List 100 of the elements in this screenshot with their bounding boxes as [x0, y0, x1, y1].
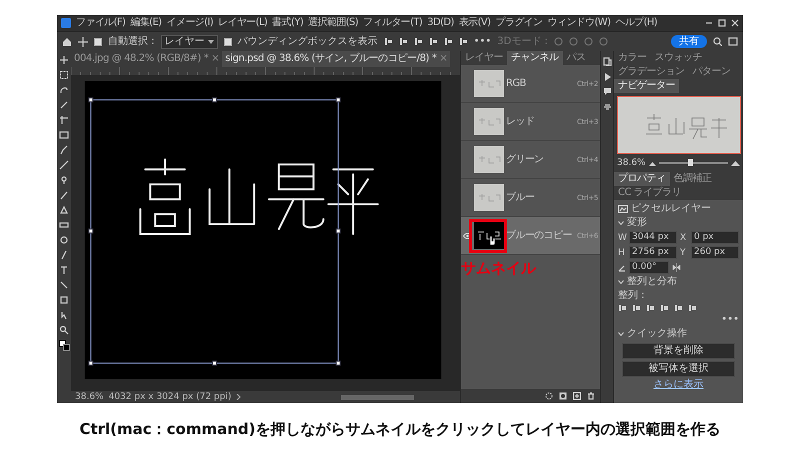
panel-tab[interactable]: パターン [688, 65, 734, 79]
mode-label: 3Dモード : [497, 36, 548, 48]
align-icon[interactable] [444, 37, 453, 46]
align-icon[interactable] [646, 304, 655, 312]
move-tool-icon[interactable] [78, 36, 88, 46]
panel-tab[interactable]: 色調補正 [670, 172, 716, 186]
panel-tab[interactable]: カラー [614, 51, 650, 65]
eye-icon[interactable] [463, 232, 472, 238]
flip-icon[interactable] [672, 263, 681, 272]
number-field[interactable]: 0 px [691, 231, 739, 244]
menu-item[interactable]: プラグイン [495, 17, 542, 29]
align-icon[interactable] [688, 304, 697, 312]
panel-tab[interactable]: スウォッチ [650, 51, 706, 65]
align-icon[interactable] [618, 304, 627, 312]
tool-icon[interactable] [59, 175, 69, 185]
align-icon[interactable] [414, 37, 423, 46]
field-label: H [618, 246, 626, 258]
checkbox-label: 自動選択 : [108, 36, 155, 48]
panel-tab[interactable]: ナビゲーター [614, 79, 679, 93]
panel-tab[interactable]: グラデーション [614, 65, 688, 79]
channel-thumbnail[interactable] [474, 146, 504, 173]
channel-name: ブルー [506, 192, 536, 204]
search-icon[interactable] [713, 37, 722, 46]
menu-item[interactable]: レイヤー(L) [218, 17, 268, 29]
tool-icon[interactable] [59, 265, 69, 275]
workspace-icon[interactable] [728, 37, 738, 46]
channel-thumbnail[interactable] [474, 222, 504, 249]
transform-box[interactable] [88, 97, 341, 366]
chevron-down-icon[interactable] [618, 221, 624, 225]
menu-item[interactable]: 編集(E) [130, 17, 162, 29]
menu-item[interactable]: フィルター(T) [363, 17, 422, 29]
chevron-down-icon[interactable] [618, 280, 624, 284]
menu-item[interactable]: ファイル(F) [76, 17, 126, 29]
align-icon[interactable] [632, 304, 641, 312]
layer-type: ピクセルレイヤー [631, 203, 711, 215]
action-button[interactable]: 被写体を選択 [622, 361, 735, 377]
panel-icon[interactable] [602, 57, 612, 66]
menu-item[interactable]: 3D(D) [427, 17, 454, 29]
tab-title: 004.jpg @ 48.2% (RGB/8#) * [74, 53, 208, 65]
show-more-link[interactable]: さらに表示 [614, 379, 743, 391]
color-swatches-icon[interactable] [58, 340, 70, 351]
channel-name: グリーン [506, 154, 545, 166]
number-field[interactable]: 260 px [691, 246, 739, 259]
align-icon[interactable] [458, 37, 468, 46]
channel-thumbnail[interactable] [474, 108, 504, 135]
document-tab[interactable]: sign.psd @ 38.6% (サイン, ブルーのコピー/8) * × [222, 51, 450, 67]
more-options[interactable]: ••• [721, 314, 739, 326]
panel-tab[interactable]: プロパティ [614, 172, 670, 186]
checkbox[interactable] [94, 38, 102, 46]
panel-tab[interactable]: CC ライブラリ [614, 186, 686, 200]
align-icon[interactable] [660, 304, 669, 312]
number-field[interactable]: 2756 px [629, 246, 677, 259]
tool-icon[interactable] [59, 325, 69, 335]
panel-tab[interactable]: パス [562, 51, 590, 65]
checkbox[interactable] [224, 38, 232, 46]
chevron-right-icon[interactable] [236, 394, 242, 400]
section-heading: 変形 [627, 217, 647, 229]
field-label: X [680, 232, 688, 244]
zoom-level: 38.6% [75, 391, 104, 403]
section-heading: クイック操作 [627, 328, 687, 340]
panel-tab[interactable]: レイヤー [461, 51, 507, 65]
scrollbar-thumb[interactable] [340, 394, 414, 400]
document-tab[interactable]: 004.jpg @ 48.2% (RGB/8#) * × [71, 51, 222, 67]
zoom-in-icon[interactable] [731, 160, 740, 166]
share-button[interactable]: 共有 [671, 35, 707, 48]
highlight-box [469, 219, 507, 253]
checkbox-label: バウンディングボックスを表示 [238, 36, 378, 48]
mask-icon[interactable] [559, 392, 567, 400]
more-options[interactable]: ••• [474, 36, 492, 48]
number-field[interactable]: 3044 px [629, 231, 677, 244]
menu-item[interactable]: ヘルプ(H) [615, 17, 658, 29]
action-button[interactable]: 背景を削除 [622, 343, 735, 359]
tool-icon[interactable] [59, 55, 69, 65]
panel-icon[interactable] [602, 102, 612, 111]
align-icon[interactable] [428, 37, 438, 46]
align-icon[interactable] [384, 37, 393, 46]
channel-thumbnail[interactable] [474, 184, 504, 211]
menu-item[interactable]: 書式(Y) [272, 17, 304, 29]
zoom-out-icon[interactable] [648, 160, 656, 166]
tool-icon[interactable] [59, 115, 69, 125]
layer-dropdown[interactable]: レイヤー [160, 34, 218, 48]
menu-item[interactable]: 選択範囲(S) [308, 17, 358, 29]
menu-item[interactable]: イメージ(I) [166, 17, 214, 29]
maximize-icon[interactable] [718, 19, 726, 27]
close-icon[interactable] [731, 19, 739, 27]
trash-icon[interactable] [587, 392, 595, 400]
home-icon[interactable] [62, 36, 72, 46]
channel-thumbnail[interactable] [474, 70, 504, 97]
channel-name: レッド [506, 116, 536, 128]
angle-field[interactable]: 0.00° [629, 261, 669, 274]
align-icon[interactable] [674, 304, 683, 312]
panel-tab[interactable]: チャンネル [507, 51, 562, 65]
chevron-down-icon[interactable] [618, 332, 624, 336]
annotation-label: サムネイル [461, 259, 536, 277]
new-channel-icon[interactable] [573, 392, 581, 400]
load-selection-icon[interactable] [545, 392, 553, 400]
menu-item[interactable]: ウィンドウ(W) [547, 17, 610, 29]
menu-item[interactable]: 表示(V) [458, 17, 490, 29]
align-icon[interactable] [398, 37, 408, 46]
slider-thumb[interactable] [688, 159, 693, 166]
